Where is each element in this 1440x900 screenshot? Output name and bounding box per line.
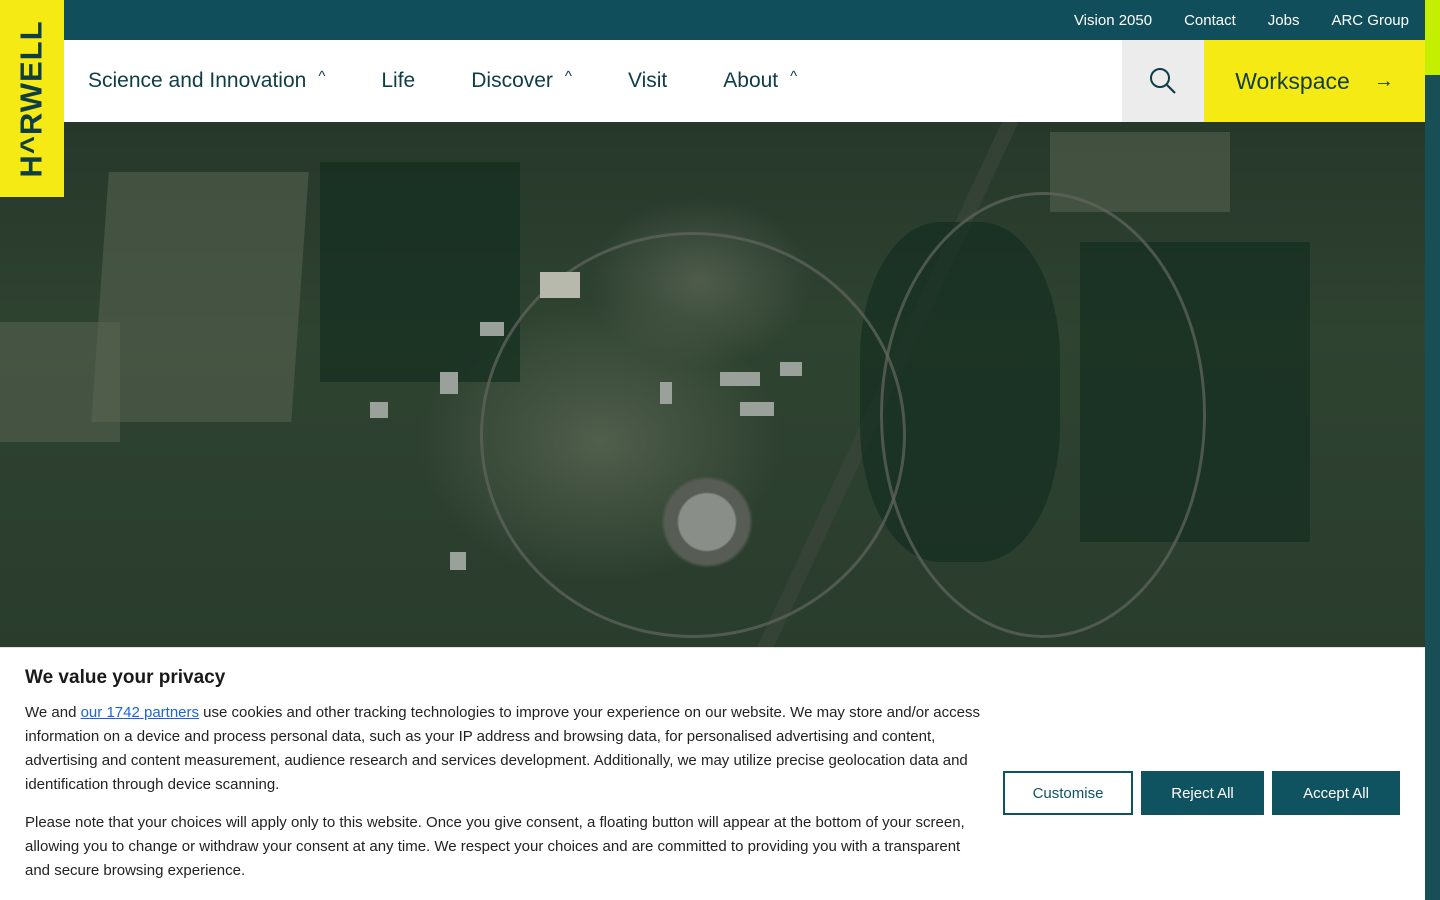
main-navigation: Science and Innovation ^ Life Discover ^… — [64, 40, 1425, 122]
caret-up-icon: ^ — [564, 67, 572, 85]
cookie-consent-banner: We value your privacy We and our 1742 pa… — [0, 647, 1425, 900]
cookie-description-start: We and — [25, 704, 81, 721]
reject-all-button[interactable]: Reject All — [1141, 771, 1264, 815]
logo-text: H^RWELL — [14, 19, 50, 178]
search-button[interactable] — [1122, 40, 1204, 122]
caret-up-icon: ^ — [790, 67, 798, 85]
customise-button[interactable]: Customise — [1003, 771, 1133, 815]
nav-item-discover[interactable]: Discover ^ — [471, 67, 572, 93]
workspace-label: Workspace — [1235, 67, 1350, 94]
topbar-link-arc-group[interactable]: ARC Group — [1331, 12, 1409, 29]
cookie-description: We and our 1742 partners use cookies and… — [25, 701, 987, 797]
partners-link[interactable]: our 1742 partners — [81, 704, 199, 721]
nav-item-science-and-innovation[interactable]: Science and Innovation ^ — [88, 67, 326, 93]
topbar-link-contact[interactable]: Contact — [1184, 12, 1236, 29]
workspace-button[interactable]: Workspace → — [1204, 40, 1425, 122]
hero-aerial-image — [0, 122, 1425, 647]
nav-item-visit[interactable]: Visit — [628, 69, 667, 93]
cookie-title: We value your privacy — [25, 667, 226, 688]
nav-item-label: Science and Innovation — [88, 69, 307, 92]
edge-accent-strip — [1425, 0, 1440, 900]
nav-item-label: Life — [381, 69, 416, 92]
accept-all-button[interactable]: Accept All — [1272, 771, 1400, 815]
harwell-logo[interactable]: H^RWELL — [0, 0, 64, 197]
topbar-link-jobs[interactable]: Jobs — [1268, 12, 1300, 29]
nav-item-label: Visit — [627, 69, 668, 92]
nav-item-label: About — [723, 69, 779, 92]
nav-item-label: Discover — [471, 69, 553, 92]
arrow-right-icon: → — [1373, 69, 1394, 92]
edge-lime-accent — [1425, 0, 1440, 75]
cookie-note: Please note that your choices will apply… — [25, 814, 965, 879]
nav-item-life[interactable]: Life — [381, 69, 415, 93]
search-icon — [1150, 68, 1176, 94]
top-utility-bar: Vision 2050 Contact Jobs ARC Group — [64, 0, 1425, 40]
topbar-link-vision-2050[interactable]: Vision 2050 — [1074, 12, 1152, 29]
nav-item-about[interactable]: About ^ — [723, 67, 798, 93]
caret-up-icon: ^ — [318, 67, 326, 85]
